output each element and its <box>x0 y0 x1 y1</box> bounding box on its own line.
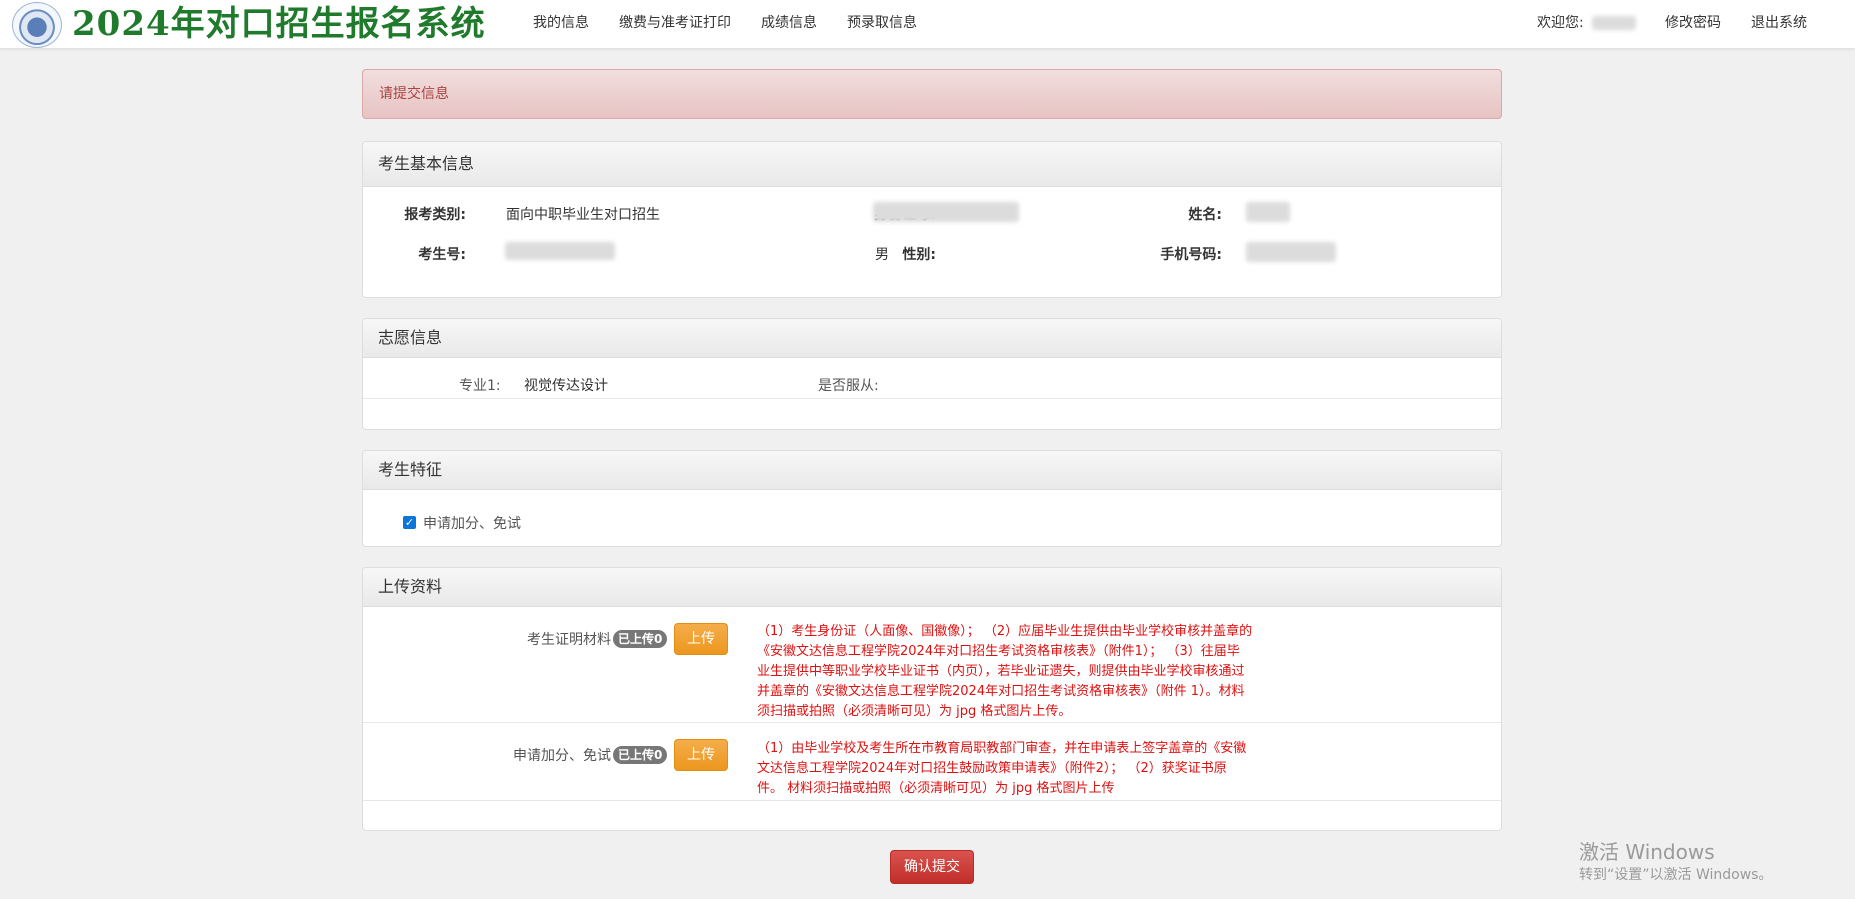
phone-label: 手机号码: <box>1160 247 1222 263</box>
welcome-label: 欢迎您: <box>1537 0 1637 46</box>
panel-title: 考生基本信息 <box>363 142 1501 187</box>
name-value <box>1246 202 1290 222</box>
nav-pre-admission[interactable]: 预录取信息 <box>847 0 917 46</box>
category-value: 面向中职毕业生对口招生 <box>506 207 660 223</box>
logout-link[interactable]: 退出系统 <box>1751 0 1807 46</box>
site-title: 2024年对口招生报名系统 <box>72 4 486 44</box>
upload-button-proof[interactable]: 上传 <box>674 623 728 655</box>
windows-activation-subtitle: 转到“设置”以激活 Windows。 <box>1579 867 1773 883</box>
upload-count-badge: 已上传0 <box>613 746 668 764</box>
panel-features: 考生特征 ✓ 申请加分、免试 <box>362 450 1502 547</box>
gender-value: 男 <box>875 247 889 263</box>
upload-note-proof: （1）考生身份证（人面像、国徽像）； （2）应届毕业生提供由毕业学校审核并盖章的… <box>757 624 1253 719</box>
school-logo <box>12 2 62 48</box>
row-divider <box>363 800 1501 801</box>
upload-label-proof: 考生证明材料 <box>527 632 611 648</box>
id-number-value <box>873 202 1019 222</box>
row-divider <box>363 722 1501 723</box>
alert-message: 请提交信息 <box>362 69 1502 119</box>
obey-adjustment-label: 是否服从: <box>818 378 879 394</box>
upload-count-badge: 已上传0 <box>613 630 668 648</box>
welcome-text: 欢迎您: <box>1537 15 1584 31</box>
name-label: 姓名: <box>1188 207 1222 223</box>
upload-button-bonus[interactable]: 上传 <box>674 739 728 771</box>
confirm-submit-button[interactable]: 确认提交 <box>890 850 974 884</box>
major1-label: 专业1: <box>459 378 501 394</box>
change-password-link[interactable]: 修改密码 <box>1665 0 1721 46</box>
bonus-exemption-checkbox[interactable]: ✓ <box>403 516 416 529</box>
panel-title: 志愿信息 <box>363 319 1501 358</box>
panel-title: 上传资料 <box>363 568 1501 607</box>
major1-value: 视觉传达设计 <box>524 378 608 394</box>
upload-label-bonus: 申请加分、免试 <box>513 748 611 764</box>
row-divider <box>363 398 1501 399</box>
panel-title: 考生特征 <box>363 451 1501 490</box>
username-redacted <box>1592 16 1637 30</box>
exam-number-label: 考生号: <box>418 247 466 263</box>
phone-value <box>1246 242 1336 262</box>
category-label: 报考类别: <box>404 207 466 223</box>
panel-preference: 志愿信息 专业1: 视觉传达设计 是否服从: <box>362 318 1502 430</box>
upload-note-bonus: （1）由毕业学校及考生所在市教育局职教部门审查，并在申请表上签字盖章的《安徽 文… <box>757 741 1247 796</box>
windows-activation-title: 激活 Windows <box>1579 840 1715 864</box>
bonus-exemption-label: 申请加分、免试 <box>423 516 521 532</box>
panel-basic-info: 考生基本信息 报考类别: 面向中职毕业生对口招生 身份证号: 姓名: 考生号: … <box>362 141 1502 298</box>
nav-payment-admission-print[interactable]: 缴费与准考证打印 <box>619 0 731 46</box>
top-navbar: 2024年对口招生报名系统 我的信息 缴费与准考证打印 成绩信息 预录取信息 欢… <box>0 0 1855 49</box>
nav-scores[interactable]: 成绩信息 <box>761 0 817 46</box>
panel-uploads: 上传资料 考生证明材料 已上传0 上传 （1）考生身份证（人面像、国徽像）； （… <box>362 567 1502 831</box>
nav-my-info[interactable]: 我的信息 <box>533 0 589 46</box>
exam-number-value <box>505 242 615 260</box>
